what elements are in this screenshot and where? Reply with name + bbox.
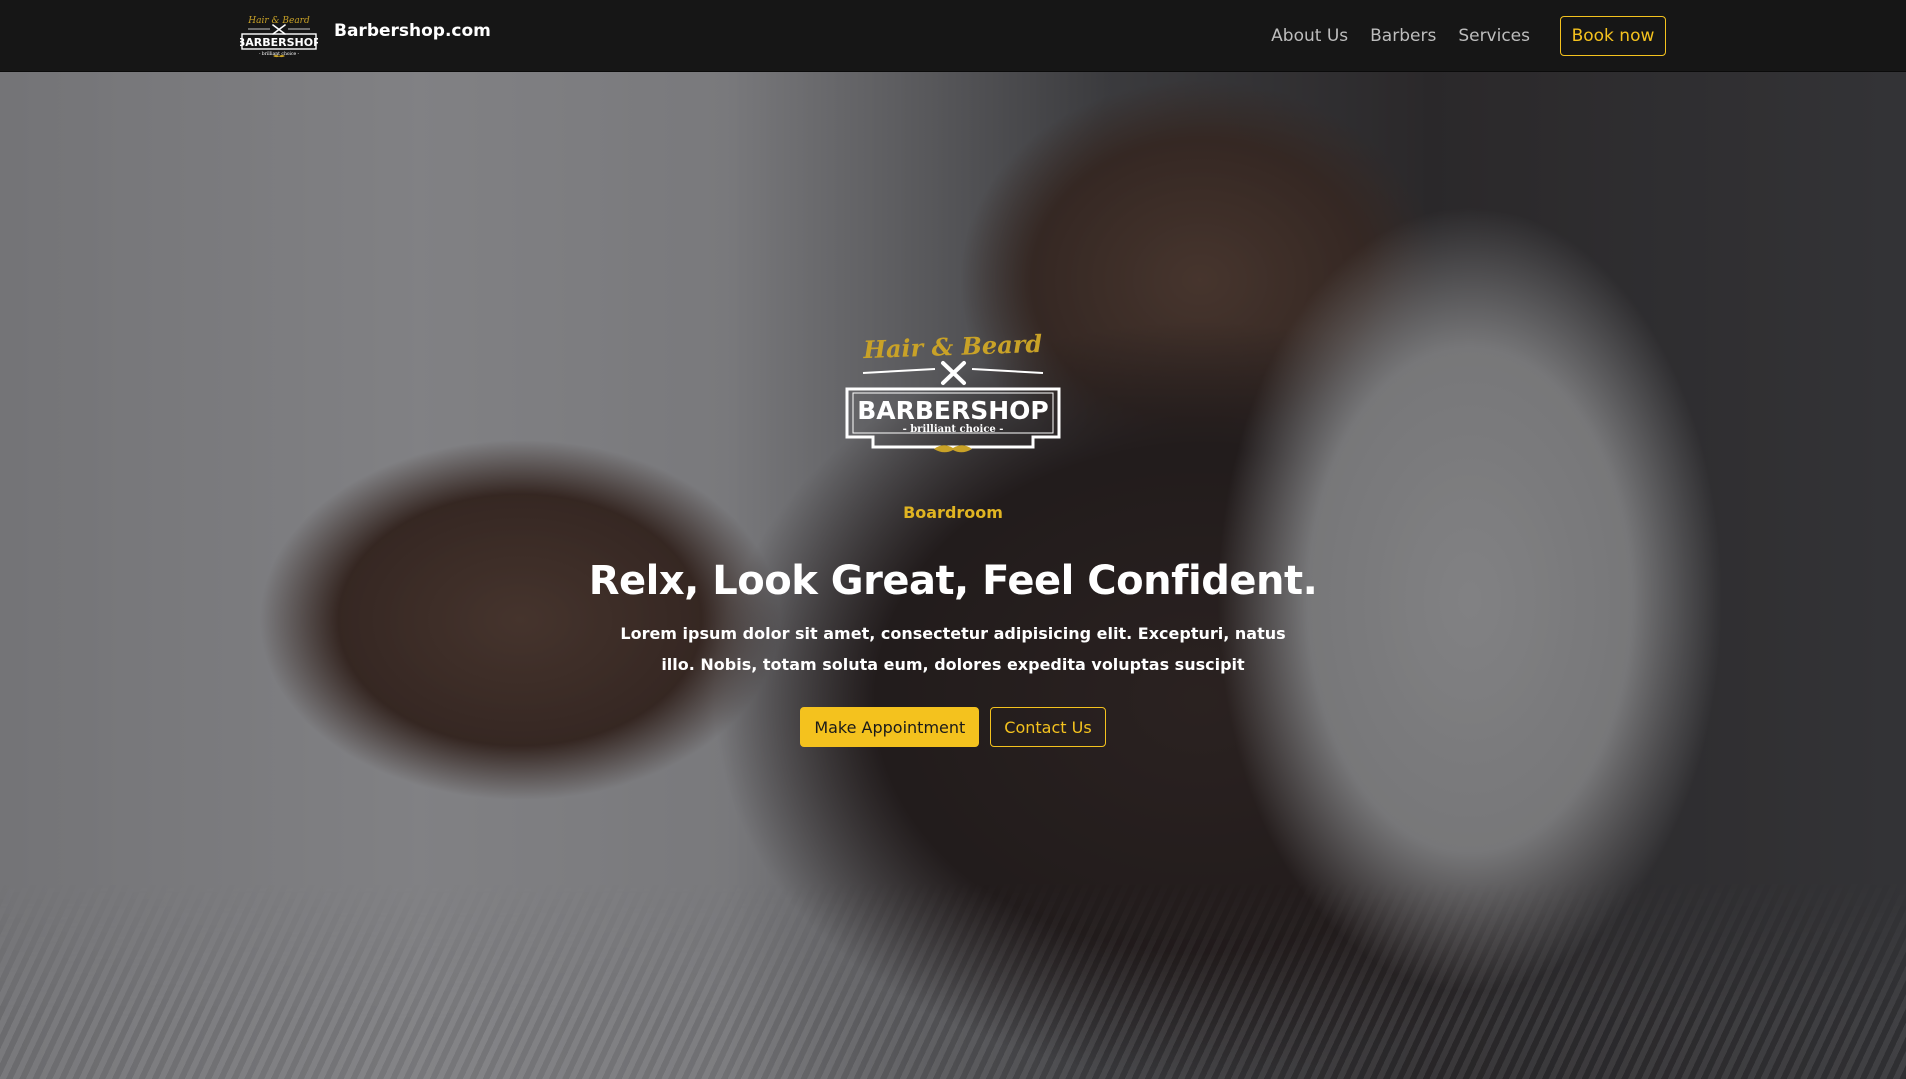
top-navbar: Hair & Beard BARBERSHOP - brilliant choi… [0,0,1906,72]
brand-logo-word: BARBERSHOP [240,36,318,49]
brand-name: Barbershop.com [334,21,491,41]
hero-subtext: Lorem ipsum dolor sit amet, consectetur … [620,624,1286,674]
hero-headline: Relx, Look Great, Feel Confident. [588,558,1318,604]
book-now-button[interactable]: Book now [1560,16,1666,56]
nav-link-barbers[interactable]: Barbers [1370,26,1436,46]
contact-us-button[interactable]: Contact Us [990,707,1106,747]
brand-logo-razors [272,24,286,35]
hero-logo-tagline: - brilliant choice - [903,424,1004,435]
hero-eyebrow: Boardroom [903,503,1003,522]
nav-link-about-us[interactable]: About Us [1271,26,1348,46]
make-appointment-button[interactable]: Make Appointment [800,707,980,747]
nav-links: About Us Barbers Services [1271,26,1530,46]
brand-link[interactable]: Hair & Beard BARBERSHOP - brilliant choi… [240,13,491,59]
hero-section: Hair & Beard BARBERSHOP - brilliant choi… [0,0,1906,1079]
page: Hair & Beard BARBERSHOP - brilliant choi… [0,0,1906,1079]
brand-logo-script: Hair & Beard [247,16,310,26]
brand-logo-icon: Hair & Beard BARBERSHOP - brilliant choi… [240,16,318,58]
navbar-container: Hair & Beard BARBERSHOP - brilliant choi… [240,0,1666,72]
nav-link-services[interactable]: Services [1458,26,1530,46]
hero-cta-row: Make Appointment Contact Us [0,707,1906,747]
hero-logo-word: BARBERSHOP [857,396,1049,425]
hero-logo-script: Hair & Beard [862,329,1043,364]
hero-logo-razors-icon [941,361,966,385]
hero-logo-icon: Hair & Beard BARBERSHOP - brilliant choi… [845,329,1061,453]
